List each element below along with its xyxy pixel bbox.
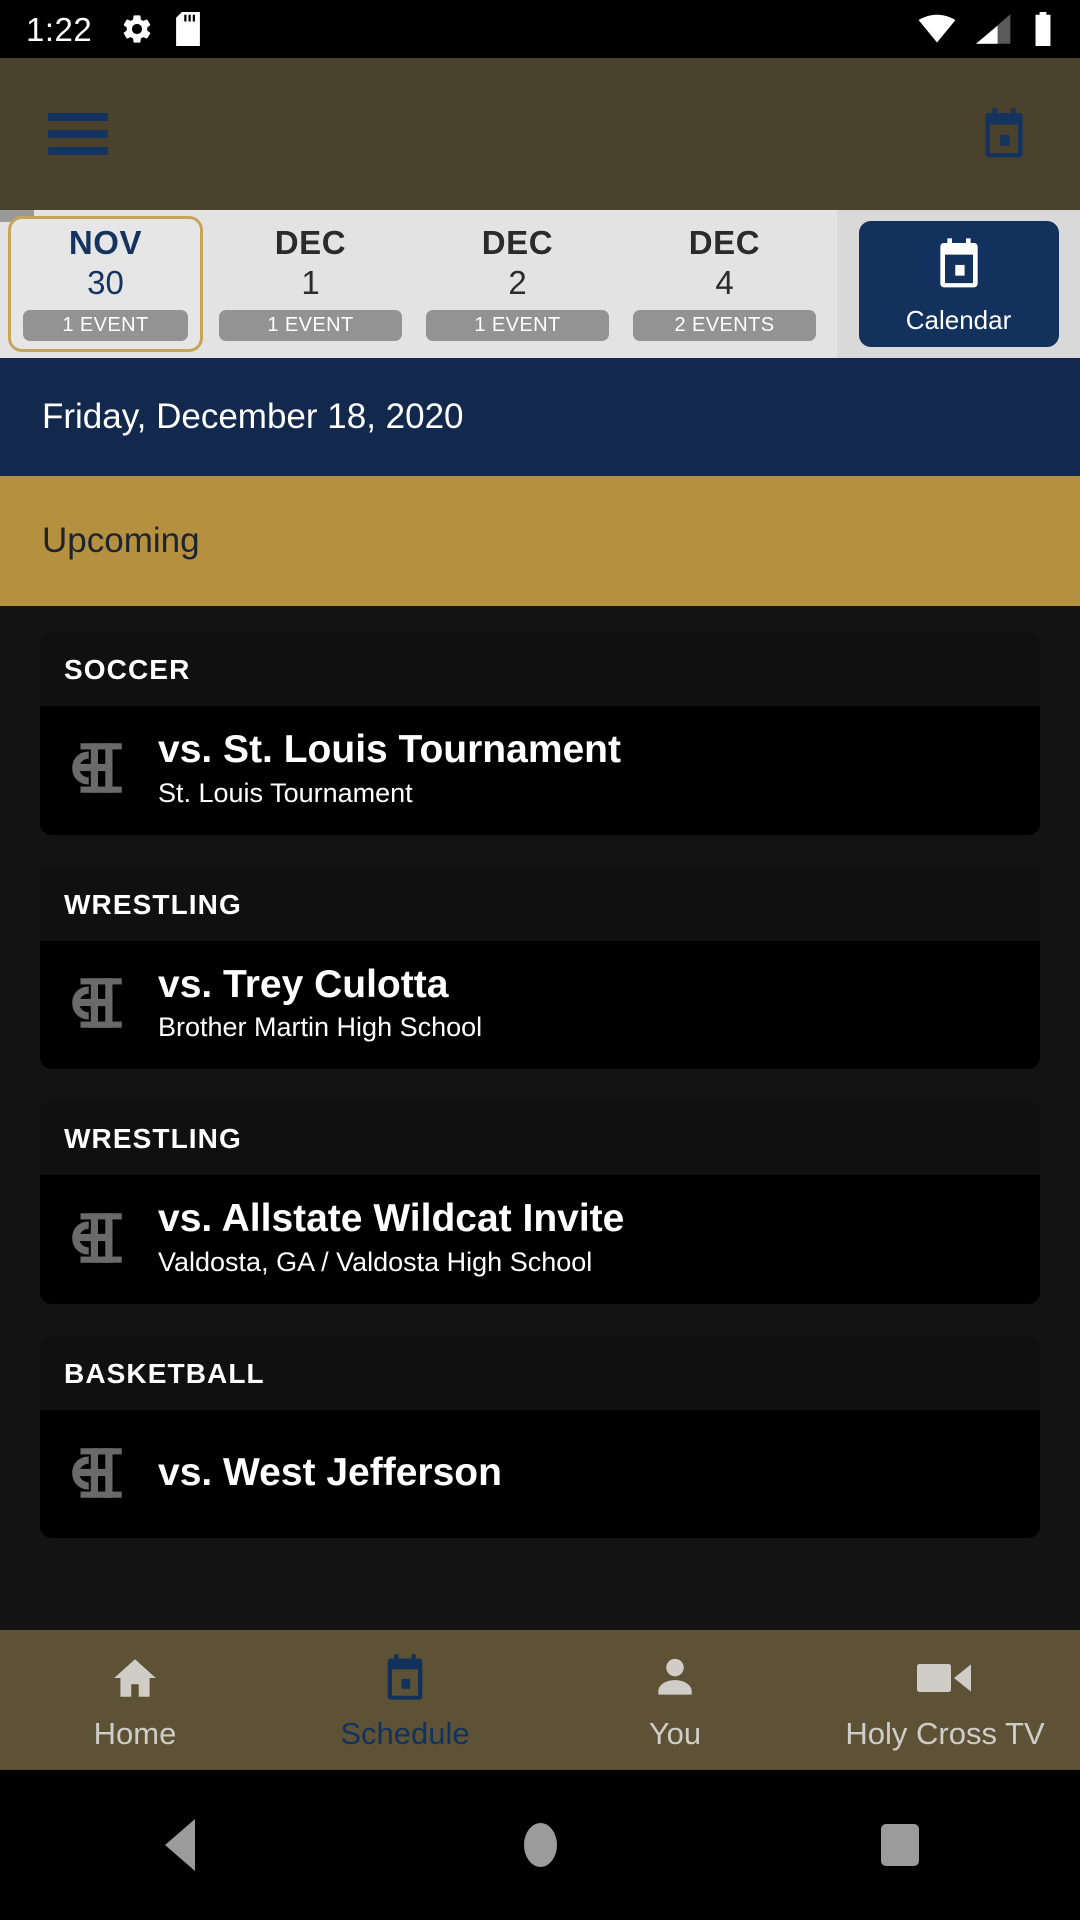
date-tab-event-count: 2 EVENTS	[633, 309, 816, 341]
date-tab-month: NOV	[68, 224, 143, 262]
event-card-body[interactable]: vs. Allstate Wildcat Invite Valdosta, GA…	[40, 1175, 1040, 1305]
nav-item-home[interactable]: Home	[0, 1652, 270, 1749]
calendar-button-container: Calendar	[837, 210, 1080, 358]
hamburger-menu-icon[interactable]	[48, 113, 108, 155]
date-tab-day: 1	[301, 264, 320, 302]
event-card-body[interactable]: vs. West Jefferson	[40, 1410, 1040, 1539]
event-sport-header: WRESTLING	[40, 1101, 1040, 1176]
wifi-icon	[918, 14, 956, 44]
event-text-block: vs. West Jefferson	[158, 1451, 502, 1495]
nav-item-schedule[interactable]: Schedule	[270, 1652, 540, 1749]
event-list[interactable]: SOCCER vs. St. Louis Tournament St. Loui…	[0, 606, 1080, 1630]
home-button[interactable]	[360, 1823, 720, 1867]
calendar-button[interactable]: Calendar	[858, 221, 1059, 347]
date-tab-month: DEC	[688, 224, 761, 262]
section-header-upcoming: Upcoming	[0, 476, 1080, 606]
event-card[interactable]: SOCCER vs. St. Louis Tournament St. Loui…	[40, 632, 1040, 835]
calendar-icon	[377, 1652, 433, 1704]
event-title: vs. Trey Culotta	[158, 962, 449, 1006]
date-tab-event-count: 1 EVENT	[23, 309, 188, 341]
date-tab-month: DEC	[274, 224, 347, 262]
gear-icon	[120, 12, 154, 46]
phone-screen: 1:22 NOV 30 1 EVENT DEC 1 1 EVENT DEC 2 …	[0, 0, 1080, 1920]
event-title: vs. St. Louis Tournament	[158, 728, 621, 771]
hamburger-line	[48, 130, 108, 138]
holy-cross-hc-monogram-logo	[64, 1205, 130, 1271]
recents-button[interactable]	[720, 1824, 1080, 1866]
event-sport-header: BASKETBALL	[40, 1336, 1040, 1411]
current-date-banner: Friday, December 18, 2020	[0, 358, 1080, 476]
calendar-icon	[931, 236, 987, 297]
date-tab-day: 4	[715, 264, 734, 302]
event-subtitle: Brother Martin High School	[158, 1012, 483, 1043]
status-bar-clock: 1:22	[26, 10, 93, 48]
event-card-body[interactable]: vs. St. Louis Tournament St. Louis Tourn…	[40, 706, 1040, 835]
event-card[interactable]: WRESTLING vs. Trey Culotta Brother Marti…	[40, 866, 1040, 1070]
event-card[interactable]: WRESTLING vs. Allstate Wildcat Invite Va…	[40, 1101, 1040, 1305]
date-tab-event-count: 1 EVENT	[219, 309, 402, 341]
android-status-bar: 1:22	[0, 0, 1080, 58]
back-button[interactable]	[0, 1819, 360, 1871]
event-sport-header: WRESTLING	[40, 866, 1040, 941]
nav-item-holy-cross-tv[interactable]: Holy Cross TV	[810, 1652, 1080, 1749]
event-card[interactable]: BASKETBALL vs. West Jefferson	[40, 1336, 1040, 1539]
sd-card-icon	[176, 12, 201, 46]
date-tab-day: 30	[87, 264, 124, 302]
back-triangle-icon	[165, 1819, 195, 1871]
hamburger-line	[48, 113, 108, 121]
battery-icon	[1032, 12, 1054, 46]
nav-item-label: You	[648, 1715, 702, 1751]
nav-item-label: Schedule	[340, 1715, 470, 1751]
nav-item-label: Holy Cross TV	[845, 1715, 1045, 1751]
calendar-icon[interactable]	[976, 106, 1032, 162]
hamburger-line	[48, 147, 108, 155]
date-tab-day: 2	[508, 264, 527, 302]
recents-square-icon	[881, 1824, 919, 1866]
event-sport-header: SOCCER	[40, 632, 1040, 706]
status-bar-notification-icons	[120, 12, 201, 46]
date-tab-dec-4[interactable]: DEC 4 2 EVENTS	[621, 210, 828, 358]
cellular-signal-icon	[976, 14, 1012, 44]
bottom-navigation-bar[interactable]: Home Schedule You Holy Cross TV	[0, 1630, 1080, 1770]
nav-item-you[interactable]: You	[540, 1652, 810, 1749]
section-title: Upcoming	[42, 521, 200, 560]
event-text-block: vs. St. Louis Tournament St. Louis Tourn…	[158, 728, 621, 809]
app-header-bar	[0, 58, 1080, 210]
holy-cross-hc-monogram-logo	[64, 970, 130, 1036]
event-title: vs. Allstate Wildcat Invite	[158, 1197, 625, 1241]
date-selector-strip[interactable]: NOV 30 1 EVENT DEC 1 1 EVENT DEC 2 1 EVE…	[0, 210, 1080, 358]
android-system-nav-bar[interactable]	[0, 1770, 1080, 1920]
date-tab-month: DEC	[481, 224, 554, 262]
status-bar-system-icons	[918, 12, 1054, 46]
home-icon	[107, 1652, 163, 1704]
event-title: vs. West Jefferson	[158, 1451, 502, 1495]
date-tab-event-count: 1 EVENT	[426, 309, 609, 341]
video-camera-icon	[917, 1652, 973, 1704]
date-tab-dec-2[interactable]: DEC 2 1 EVENT	[414, 210, 621, 358]
date-tab-dec-1[interactable]: DEC 1 1 EVENT	[207, 210, 414, 358]
current-date-text: Friday, December 18, 2020	[42, 397, 464, 436]
event-card-body[interactable]: vs. Trey Culotta Brother Martin High Sch…	[40, 940, 1040, 1070]
event-text-block: vs. Trey Culotta Brother Martin High Sch…	[158, 963, 482, 1044]
holy-cross-hc-monogram-logo	[64, 735, 130, 801]
date-tab-nov-30[interactable]: NOV 30 1 EVENT	[8, 216, 203, 352]
person-icon	[647, 1652, 703, 1704]
holy-cross-hc-monogram-logo	[64, 1440, 130, 1506]
nav-item-label: Home	[93, 1715, 177, 1751]
event-text-block: vs. Allstate Wildcat Invite Valdosta, GA…	[158, 1197, 624, 1278]
event-subtitle: St. Louis Tournament	[158, 777, 413, 808]
date-tabs-scroller[interactable]: NOV 30 1 EVENT DEC 1 1 EVENT DEC 2 1 EVE…	[0, 210, 837, 358]
calendar-button-label: Calendar	[905, 304, 1012, 335]
home-circle-icon	[523, 1823, 557, 1867]
event-subtitle: Valdosta, GA / Valdosta High School	[158, 1247, 593, 1278]
